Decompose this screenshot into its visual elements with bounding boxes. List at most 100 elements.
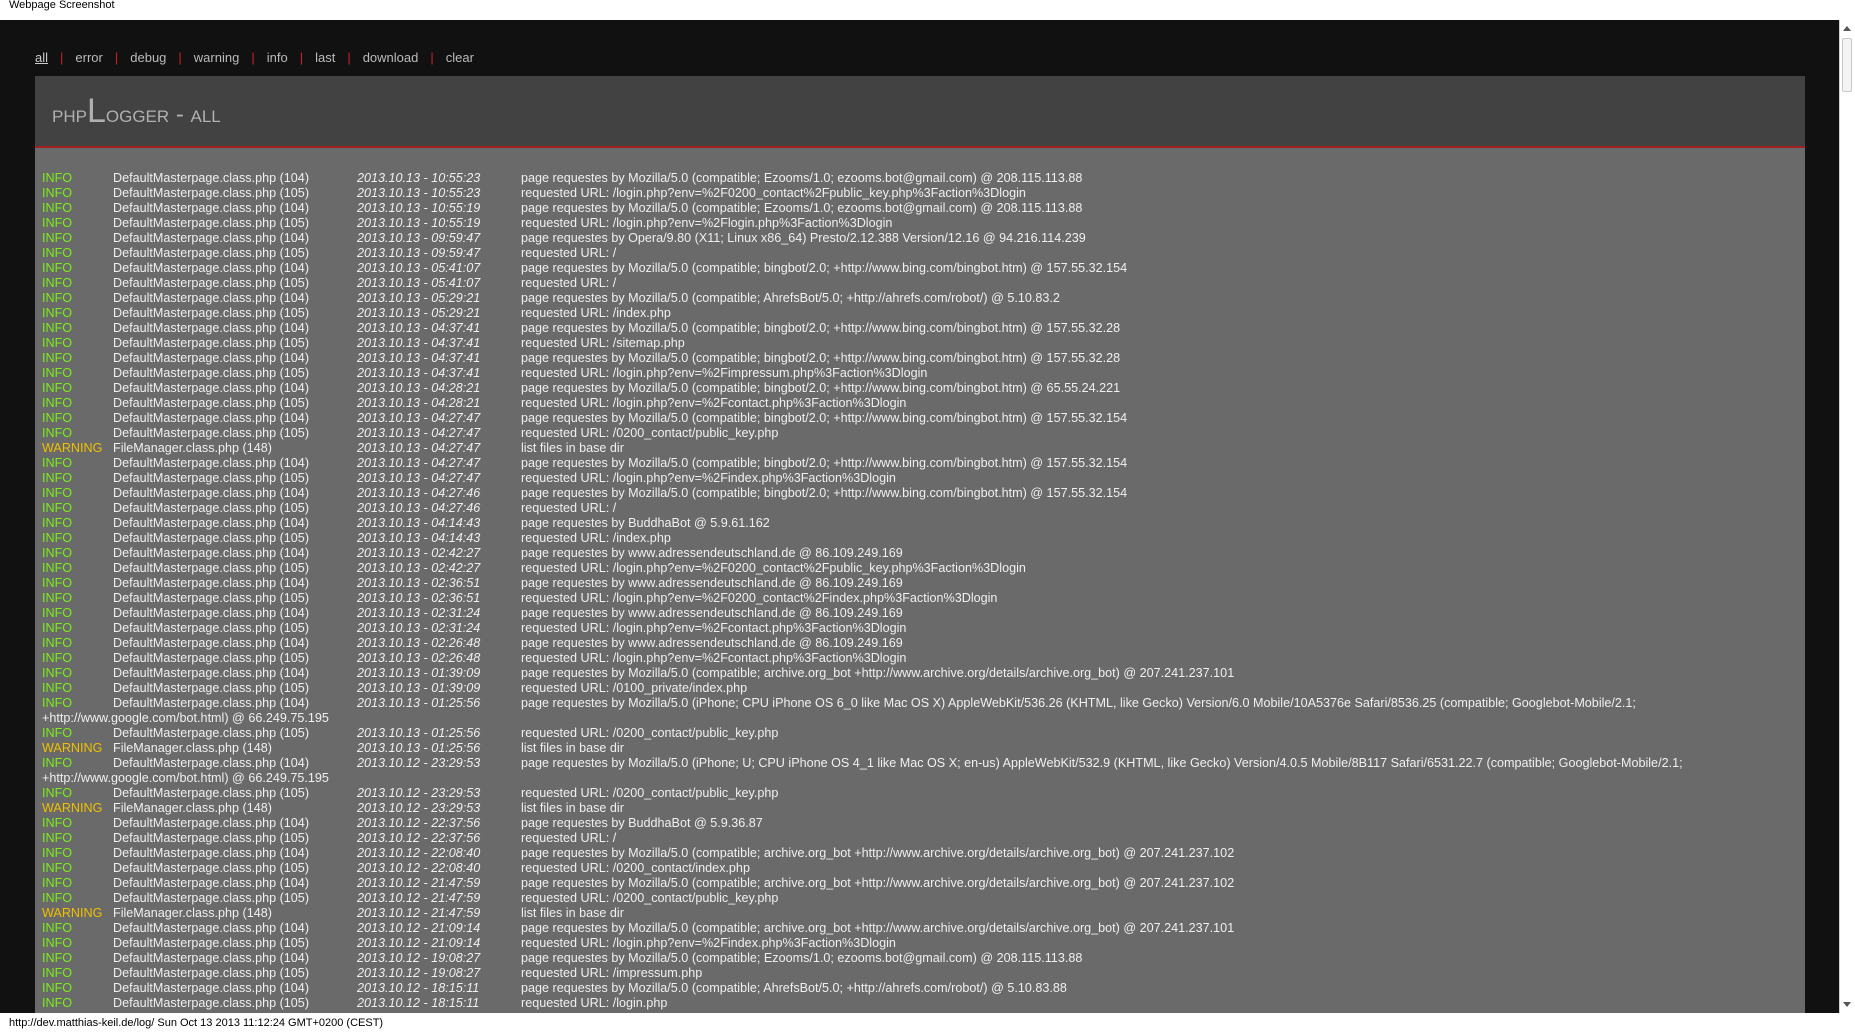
log-timestamp: 2013.10.13 - 01:39:09 <box>357 666 481 680</box>
log-message: page requestes by Mozilla/5.0 (compatibl… <box>521 951 1083 965</box>
log-level: WARNING <box>42 441 103 455</box>
log-timestamp: 2013.10.13 - 10:55:19 <box>357 216 481 230</box>
nav-separator: | <box>114 50 119 65</box>
log-row: WARNING FileManager.class.php (148) 2013.1… <box>35 441 1805 456</box>
log-row: INFO DefaultMasterpage.class.php (105) 201… <box>35 186 1805 201</box>
log-timestamp: 2013.10.12 - 22:08:40 <box>357 846 481 860</box>
log-message: list files in base dir <box>521 741 624 755</box>
nav-link-warning[interactable]: warning <box>194 50 240 65</box>
log-panel: phpLogger - all INFO DefaultMasterpage.cl… <box>35 76 1805 1013</box>
log-timestamp: 2013.10.13 - 10:55:23 <box>357 171 481 185</box>
log-message: page requestes by Mozilla/5.0 (compatibl… <box>521 411 1128 425</box>
log-timestamp: 2013.10.13 - 04:14:43 <box>357 531 481 545</box>
log-timestamp: 2013.10.13 - 02:36:51 <box>357 576 481 590</box>
log-row: INFO DefaultMasterpage.class.php (104) 201… <box>35 756 1805 786</box>
log-message: requested URL: /login.php?env=%2Fcontact… <box>521 651 907 665</box>
log-source: DefaultMasterpage.class.php (104) <box>113 516 310 530</box>
log-level: INFO <box>42 321 73 335</box>
log-row: INFO DefaultMasterpage.class.php (104) 201… <box>35 951 1805 966</box>
scrollbar-thumb[interactable] <box>1842 38 1852 92</box>
log-message: list files in base dir <box>521 801 624 815</box>
nav-link-last[interactable]: last <box>315 50 335 65</box>
log-row: INFO DefaultMasterpage.class.php (104) 201… <box>35 981 1805 996</box>
log-message: page requestes by Mozilla/5.0 (compatibl… <box>521 291 1060 305</box>
log-timestamp: 2013.10.13 - 04:37:41 <box>357 336 481 350</box>
log-message: page requestes by Opera/9.80 (X11; Linux… <box>521 231 1086 245</box>
log-timestamp: 2013.10.13 - 04:28:21 <box>357 396 481 410</box>
log-row: INFO DefaultMasterpage.class.php (105) 201… <box>35 681 1805 696</box>
log-timestamp: 2013.10.13 - 04:27:47 <box>357 456 481 470</box>
log-level: INFO <box>42 471 73 485</box>
nav-link-info[interactable]: info <box>267 50 288 65</box>
nav-link-download[interactable]: download <box>363 50 419 65</box>
log-source: DefaultMasterpage.class.php (105) <box>113 366 310 380</box>
log-row: INFO DefaultMasterpage.class.php (105) 201… <box>35 336 1805 351</box>
log-message: page requestes by Mozilla/5.0 (compatibl… <box>521 171 1083 185</box>
scroll-down-arrow-icon[interactable] <box>1843 1002 1851 1007</box>
log-row: INFO DefaultMasterpage.class.php (104) 201… <box>35 261 1805 276</box>
log-row: INFO DefaultMasterpage.class.php (104) 201… <box>35 636 1805 651</box>
log-source: DefaultMasterpage.class.php (104) <box>113 576 310 590</box>
log-message: page requestes by www.adressendeutschlan… <box>521 636 903 650</box>
log-level: INFO <box>42 171 73 185</box>
log-row: INFO DefaultMasterpage.class.php (104) 201… <box>35 576 1805 591</box>
log-source: DefaultMasterpage.class.php (104) <box>113 456 310 470</box>
log-timestamp: 2013.10.13 - 04:28:21 <box>357 381 481 395</box>
log-message: page requestes by Mozilla/5.0 (compatibl… <box>521 201 1083 215</box>
log-level: INFO <box>42 231 73 245</box>
log-message: requested URL: / <box>521 831 617 845</box>
log-row: INFO DefaultMasterpage.class.php (105) 201… <box>35 621 1805 636</box>
log-message: requested URL: /login.php?env=%2Fimpress… <box>521 366 928 380</box>
log-level: INFO <box>42 651 73 665</box>
log-message: page requestes by www.adressendeutschlan… <box>521 576 903 590</box>
log-timestamp: 2013.10.13 - 04:27:46 <box>357 501 481 515</box>
log-level: INFO <box>42 531 73 545</box>
log-source: DefaultMasterpage.class.php (105) <box>113 786 310 800</box>
log-timestamp: 2013.10.13 - 09:59:47 <box>357 231 481 245</box>
log-source: DefaultMasterpage.class.php (104) <box>113 846 310 860</box>
log-timestamp: 2013.10.12 - 22:37:56 <box>357 816 481 830</box>
log-row: INFO DefaultMasterpage.class.php (104) 201… <box>35 696 1805 726</box>
panel-header: phpLogger - all <box>35 76 1805 148</box>
log-level: INFO <box>42 381 73 395</box>
nav-link-clear[interactable]: clear <box>446 50 474 65</box>
log-row: INFO DefaultMasterpage.class.php (104) 201… <box>35 666 1805 681</box>
nav-link-debug[interactable]: debug <box>130 50 166 65</box>
log-source: DefaultMasterpage.class.php (105) <box>113 966 310 980</box>
log-source: DefaultMasterpage.class.php (104) <box>113 201 310 215</box>
page-viewport: all | error | debug | warning | info | last | downlo… <box>0 20 1839 1013</box>
log-timestamp: 2013.10.12 - 22:08:40 <box>357 861 481 875</box>
nav-separator: | <box>347 50 351 65</box>
log-level: INFO <box>42 846 73 860</box>
nav-link-all[interactable]: all <box>35 50 48 65</box>
log-timestamp: 2013.10.12 - 21:47:59 <box>357 876 481 890</box>
log-level: INFO <box>42 786 73 800</box>
vertical-scrollbar[interactable] <box>1839 20 1855 1013</box>
log-source: DefaultMasterpage.class.php (104) <box>113 171 310 185</box>
log-source: DefaultMasterpage.class.php (104) <box>113 606 310 620</box>
log-level: INFO <box>42 996 73 1010</box>
log-timestamp: 2013.10.13 - 02:36:51 <box>357 591 481 605</box>
log-source: DefaultMasterpage.class.php (104) <box>113 636 310 650</box>
log-row: INFO DefaultMasterpage.class.php (104) 201… <box>35 321 1805 336</box>
log-source: DefaultMasterpage.class.php (105) <box>113 996 310 1010</box>
log-message: page requestes by Mozilla/5.0 (compatibl… <box>521 666 1235 680</box>
log-row: WARNING FileManager.class.php (148) 2013.1… <box>35 906 1805 921</box>
nav-link-error[interactable]: error <box>75 50 102 65</box>
log-message: requested URL: /0200_contact/public_key.… <box>521 786 779 800</box>
scroll-up-arrow-icon[interactable] <box>1843 26 1851 31</box>
log-message: page requestes by Mozilla/5.0 (compatibl… <box>521 351 1121 365</box>
log-timestamp: 2013.10.13 - 04:37:41 <box>357 366 481 380</box>
log-message: requested URL: /impressum.php <box>521 966 703 980</box>
log-level: INFO <box>42 366 73 380</box>
log-timestamp: 2013.10.12 - 23:29:53 <box>357 786 481 800</box>
log-level: INFO <box>42 576 73 590</box>
log-timestamp: 2013.10.13 - 01:39:09 <box>357 681 481 695</box>
log-timestamp: 2013.10.13 - 04:14:43 <box>357 516 481 530</box>
log-level: INFO <box>42 666 73 680</box>
log-message: page requestes by BuddhaBot @ 5.9.61.162 <box>521 516 770 530</box>
log-level: INFO <box>42 561 73 575</box>
log-level: INFO <box>42 486 73 500</box>
log-row: INFO DefaultMasterpage.class.php (105) 201… <box>35 501 1805 516</box>
log-message: requested URL: /login.php?env=%2Fcontact… <box>521 396 907 410</box>
